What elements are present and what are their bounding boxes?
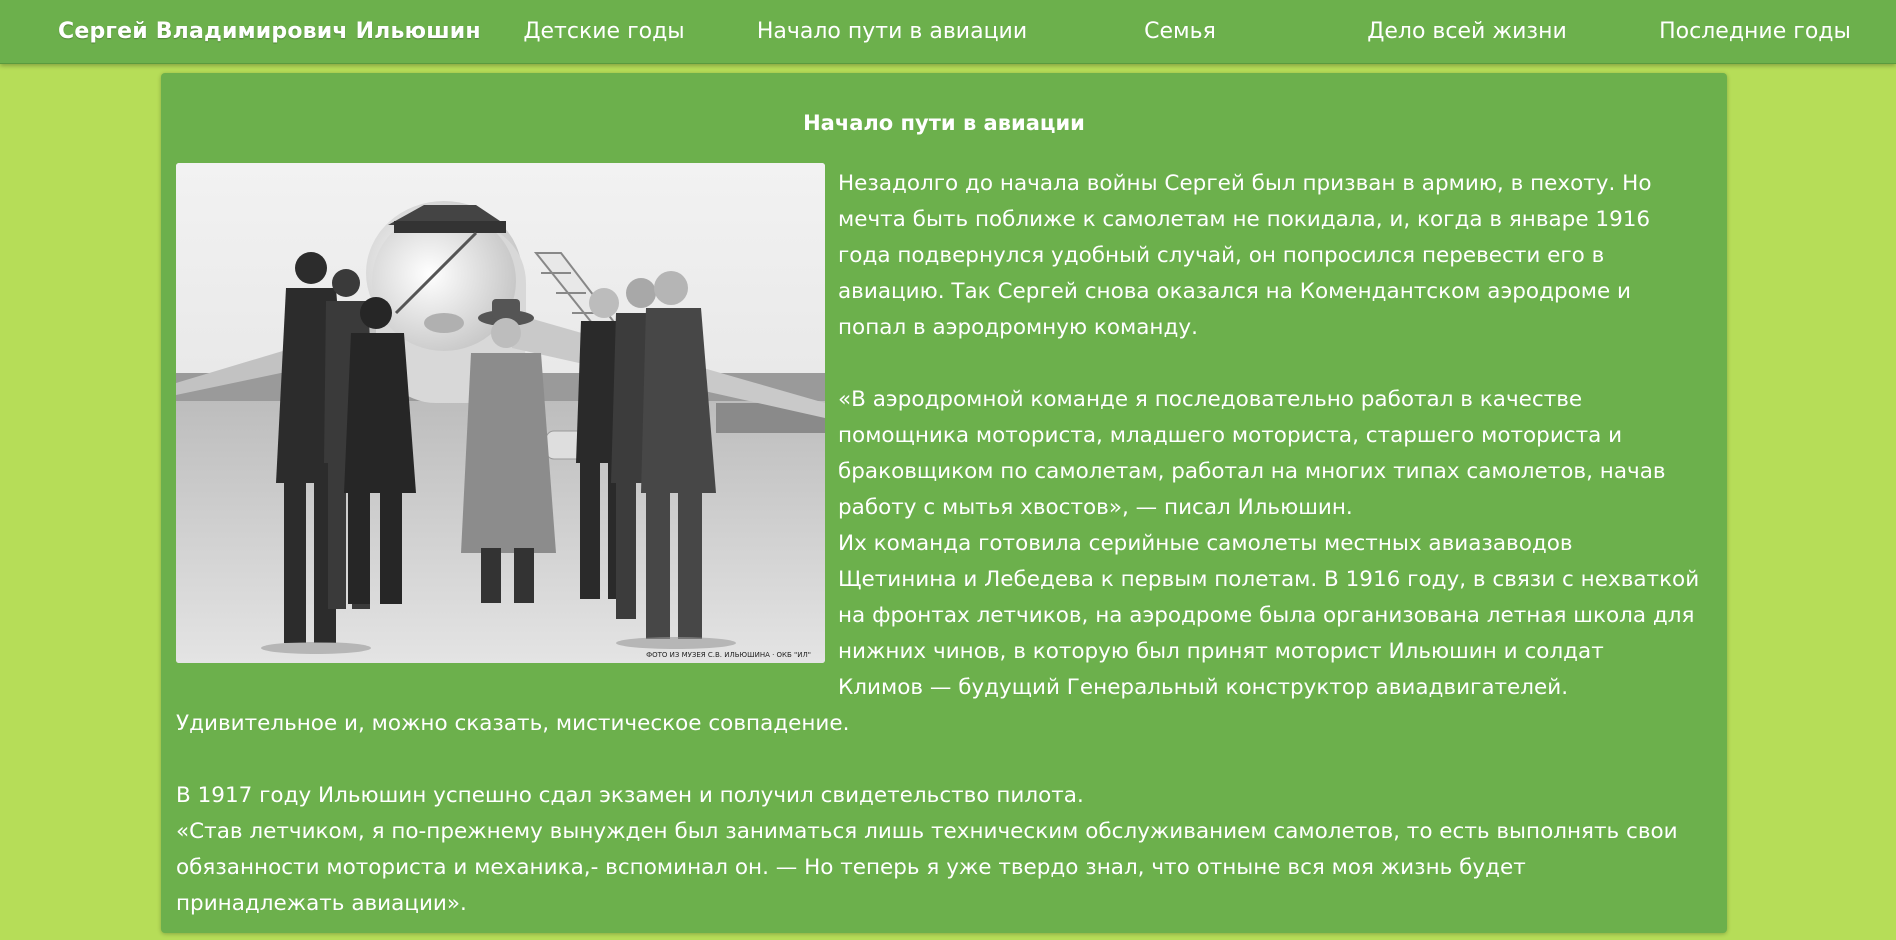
- section-title: Начало пути в авиации: [803, 111, 1085, 135]
- article-line: Климов — будущий Генеральный конструктор…: [838, 675, 1569, 700]
- article-line: на фронтах летчиков, на аэродроме была о…: [838, 603, 1695, 628]
- article-line: В 1917 году Ильюшин успешно сдал экзамен…: [176, 783, 1084, 808]
- article-line: Удивительное и, можно сказать, мистическ…: [176, 711, 850, 736]
- article-line: нижних чинов, в которую был принят мотор…: [838, 639, 1604, 664]
- article-line: помощника моториста, младшего моториста,…: [838, 423, 1623, 448]
- nav-link-childhood[interactable]: Детские годы: [523, 0, 684, 64]
- top-navbar: Сергей Владимирович Ильюшин Детские годы…: [0, 0, 1896, 64]
- photo-caption: ФОТО ИЗ МУЗЕЯ С.В. ИЛЬЮШИНА · ОКБ "ИЛ": [646, 651, 811, 659]
- historical-photo: ФОТО ИЗ МУЗЕЯ С.В. ИЛЬЮШИНА · ОКБ "ИЛ": [176, 163, 825, 663]
- brand-link[interactable]: Сергей Владимирович Ильюшин: [58, 0, 481, 64]
- article-line: авиацию. Так Сергей снова оказался на Ко…: [838, 279, 1632, 304]
- article-line: работу с мытья хвостов», — писал Ильюшин…: [838, 495, 1353, 520]
- article-line: года подвернулся удобный случай, он попр…: [838, 243, 1605, 268]
- article-line: обязанности моториста и механика,- вспом…: [176, 855, 1526, 880]
- article-line: «В аэродромной команде я последовательно…: [838, 387, 1583, 412]
- article-line: браковщиком по самолетам, работал на мно…: [838, 459, 1666, 484]
- article-line: Незадолго до начала войны Сергей был при…: [838, 171, 1652, 196]
- article-line: попал в аэродромную команду.: [838, 315, 1198, 340]
- article-line: принадлежать авиации».: [176, 891, 467, 916]
- article-line: мечта быть поближе к самолетам не покида…: [838, 207, 1651, 232]
- photo-scene: [176, 163, 825, 663]
- nav-link-aviation-start[interactable]: Начало пути в авиации: [757, 0, 1027, 64]
- nav-link-family[interactable]: Семья: [1144, 0, 1216, 64]
- article-line: Щетинина и Лебедева к первым полетам. В …: [838, 567, 1700, 592]
- article-line: Их команда готовила серийные самолеты ме…: [838, 531, 1573, 556]
- nav-link-last-years[interactable]: Последние годы: [1659, 0, 1851, 64]
- article-line: «Став летчиком, я по-прежнему вынужден б…: [176, 819, 1678, 844]
- nav-link-life-work[interactable]: Дело всей жизни: [1367, 0, 1567, 64]
